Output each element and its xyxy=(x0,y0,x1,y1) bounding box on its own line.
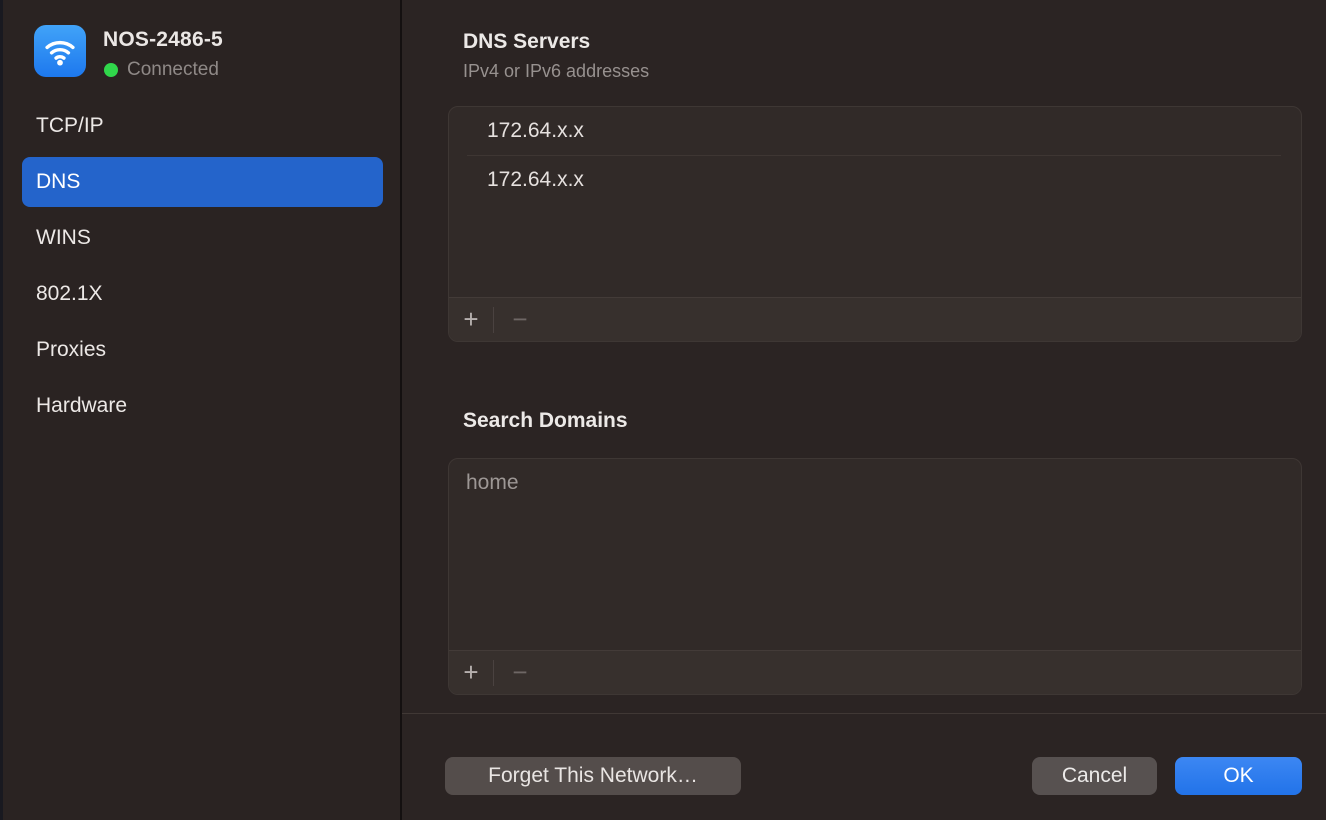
wifi-glyph xyxy=(42,33,78,69)
wifi-icon xyxy=(34,25,86,77)
search-domains-footer: + − xyxy=(449,650,1301,694)
forget-network-button[interactable]: Forget This Network… xyxy=(445,757,741,795)
sidebar-item-tcpip[interactable]: TCP/IP xyxy=(22,101,383,151)
sidebar-item-label: WINS xyxy=(36,226,91,250)
sidebar-item-label: Proxies xyxy=(36,338,106,362)
cancel-button[interactable]: Cancel xyxy=(1032,757,1157,795)
dns-servers-listbox: 172.64.x.x 172.64.x.x + − xyxy=(448,106,1302,342)
main-panel: DNS Servers IPv4 or IPv6 addresses 172.6… xyxy=(402,0,1326,820)
sidebar-item-label: Hardware xyxy=(36,394,127,418)
sidebar-item-proxies[interactable]: Proxies xyxy=(22,325,383,375)
dns-server-entry[interactable]: 172.64.x.x xyxy=(449,107,1301,155)
network-details-dialog: { "sidebar": { "network": { "name": "NOS… xyxy=(0,0,1326,820)
sidebar-item-hardware[interactable]: Hardware xyxy=(22,381,383,431)
add-dns-server-button[interactable]: + xyxy=(449,298,493,342)
dns-server-entry[interactable]: 172.64.x.x xyxy=(449,156,1301,204)
sidebar-item-dns[interactable]: DNS xyxy=(22,157,383,207)
remove-search-domain-button[interactable]: − xyxy=(494,651,546,695)
network-name: NOS-2486-5 xyxy=(103,28,223,52)
sidebar-nav: TCP/IP DNS WINS 802.1X Proxies Hardware xyxy=(22,101,383,437)
search-domain-value: home xyxy=(466,471,519,495)
search-domains-listbox: home + − xyxy=(448,458,1302,695)
dns-server-value: 172.64.x.x xyxy=(487,119,584,143)
dns-servers-subtitle: IPv4 or IPv6 addresses xyxy=(463,61,649,82)
ok-button[interactable]: OK xyxy=(1175,757,1302,795)
add-search-domain-button[interactable]: + xyxy=(449,651,493,695)
network-status: Connected xyxy=(104,59,219,81)
connected-status-dot-icon xyxy=(104,63,118,77)
footer-divider xyxy=(402,713,1326,714)
sidebar-item-8021x[interactable]: 802.1X xyxy=(22,269,383,319)
search-domain-entry[interactable]: home xyxy=(449,459,1301,507)
sidebar-item-label: 802.1X xyxy=(36,282,103,306)
network-status-label: Connected xyxy=(127,59,219,81)
sidebar-item-wins[interactable]: WINS xyxy=(22,213,383,263)
dns-servers-footer: + − xyxy=(449,297,1301,341)
search-domains-title: Search Domains xyxy=(463,409,628,433)
sidebar-item-label: DNS xyxy=(36,170,80,194)
sidebar: NOS-2486-5 Connected TCP/IP DNS WINS 802… xyxy=(3,0,400,820)
dns-servers-title: DNS Servers xyxy=(463,30,590,54)
sidebar-item-label: TCP/IP xyxy=(36,114,104,138)
dns-server-value: 172.64.x.x xyxy=(487,168,584,192)
remove-dns-server-button[interactable]: − xyxy=(494,298,546,342)
